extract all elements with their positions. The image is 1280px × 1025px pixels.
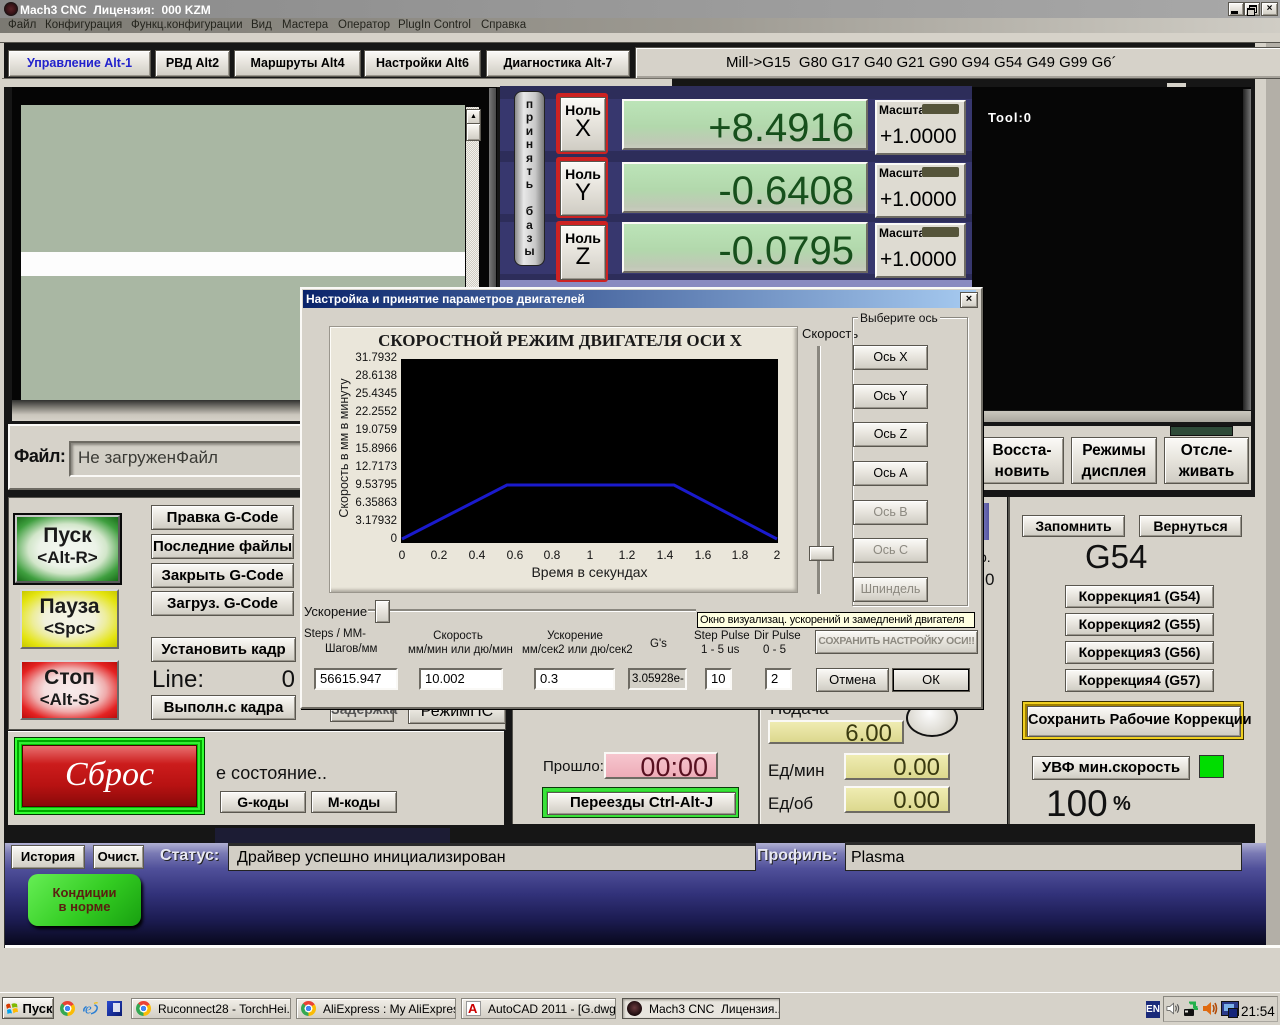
svg-text:e: e [85,1002,92,1018]
